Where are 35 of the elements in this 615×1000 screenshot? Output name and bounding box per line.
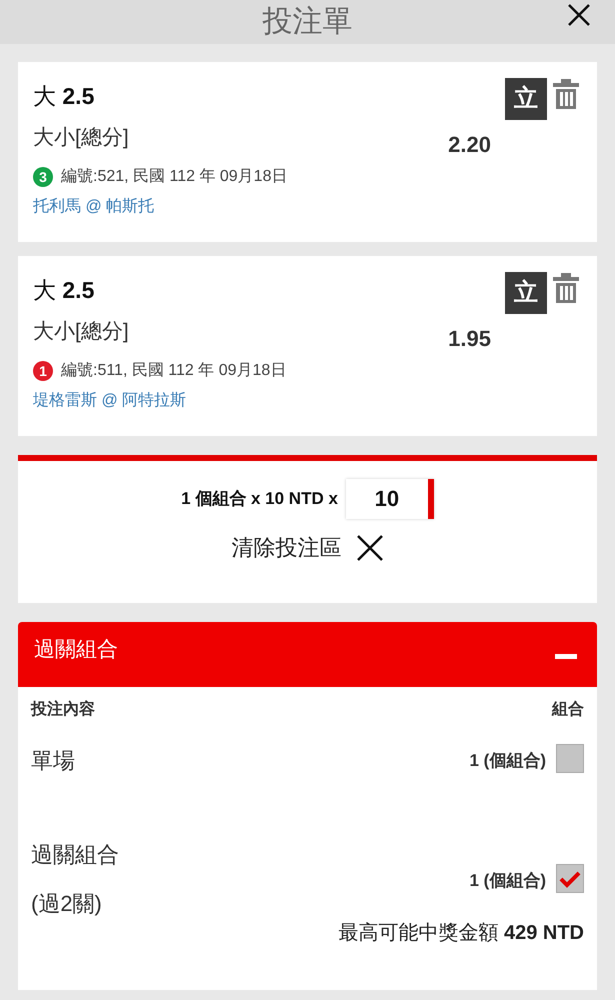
combo-label: 單場 [31,747,75,775]
selection-text: 大 2.5 [33,276,94,304]
combo-count: 1 (個組合) [470,750,546,772]
number-badge: 1 [33,361,53,381]
tag-badge[interactable]: 立 [505,272,547,314]
close-icon[interactable] [567,4,591,26]
column-header: 投注內容 [31,699,95,720]
column-header: 組合 [552,700,584,720]
tag-badge[interactable]: 立 [505,78,547,120]
stake-label: 1 個組合 x 10 NTD x [181,488,338,510]
market-text: 大小[總分] [33,318,129,344]
match-link[interactable]: 托利馬 @ 帕斯托 [33,195,154,219]
close-icon [356,534,384,562]
trash-icon[interactable] [551,272,581,304]
selection-text: 大 2.5 [33,82,94,110]
combo-label: 過關組合 [31,841,119,869]
number-badge: 3 [33,167,53,187]
market-text: 大小[總分] [33,124,129,150]
sheet-title: 投注單 [262,7,352,37]
combo-sub-label: (過2關) [31,890,103,918]
parlay-header[interactable]: 過關組合 [18,622,597,687]
check-icon [559,870,581,888]
checkbox[interactable] [556,864,584,893]
stake-input[interactable]: 10 [346,479,434,519]
odds-text: 1.95 [448,325,491,353]
trash-icon[interactable] [551,78,581,110]
combo-count: 1 (個組合) [470,870,546,892]
checkbox[interactable] [556,744,584,773]
match-link[interactable]: 堤格雷斯 @ 阿特拉斯 [33,389,186,413]
max-payout-text: 最高可能中獎金額 429 NTD [338,921,584,946]
bet-info: 編號:511, 民國 112 年 09月18日 [61,361,286,381]
bet-info: 編號:521, 民國 112 年 09月18日 [61,167,288,187]
parlay-title: 過關組合 [34,637,118,663]
clear-button[interactable]: 清除投注區 [232,531,384,564]
odds-text: 2.20 [448,131,491,159]
